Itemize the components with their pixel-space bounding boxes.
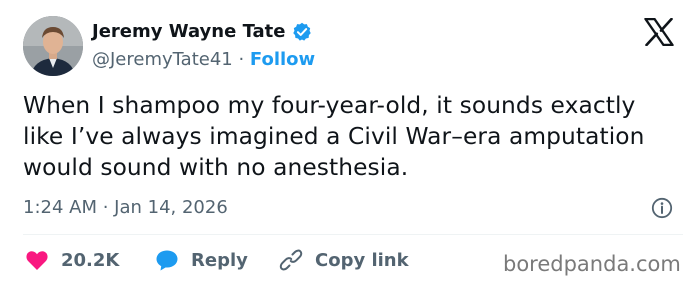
link-icon — [279, 249, 303, 271]
copy-link-button[interactable]: Copy link — [279, 248, 409, 272]
like-button[interactable]: 20.2K — [25, 248, 119, 272]
copy-link-label: Copy link — [315, 249, 409, 271]
handle-separator: · — [232, 49, 250, 70]
avatar[interactable] — [23, 16, 83, 76]
tweet-text: When I shampoo my four-year-old, it soun… — [23, 92, 645, 181]
watermark-text: boredpanda.com — [503, 252, 681, 276]
author-handle[interactable]: @JeremyTate41 — [92, 49, 233, 70]
author-name-row: Jeremy Wayne Tate — [92, 21, 312, 43]
x-logo-icon[interactable] — [644, 17, 674, 47]
reply-label: Reply — [191, 249, 248, 271]
reply-button[interactable]: Reply — [155, 248, 248, 272]
tweet-timestamp[interactable]: 1:24 AM · Jan 14, 2026 — [23, 197, 228, 219]
heart-icon — [26, 251, 48, 270]
handle-row: @JeremyTate41 · Follow — [92, 49, 315, 71]
like-count: 20.2K — [61, 249, 120, 271]
speech-bubble-icon — [156, 250, 178, 271]
divider — [23, 234, 683, 235]
info-icon[interactable] — [651, 197, 673, 219]
avatar-photo — [23, 16, 83, 76]
verified-badge-icon — [292, 22, 312, 42]
author-name[interactable]: Jeremy Wayne Tate — [92, 21, 286, 43]
follow-button[interactable]: Follow — [250, 49, 315, 70]
